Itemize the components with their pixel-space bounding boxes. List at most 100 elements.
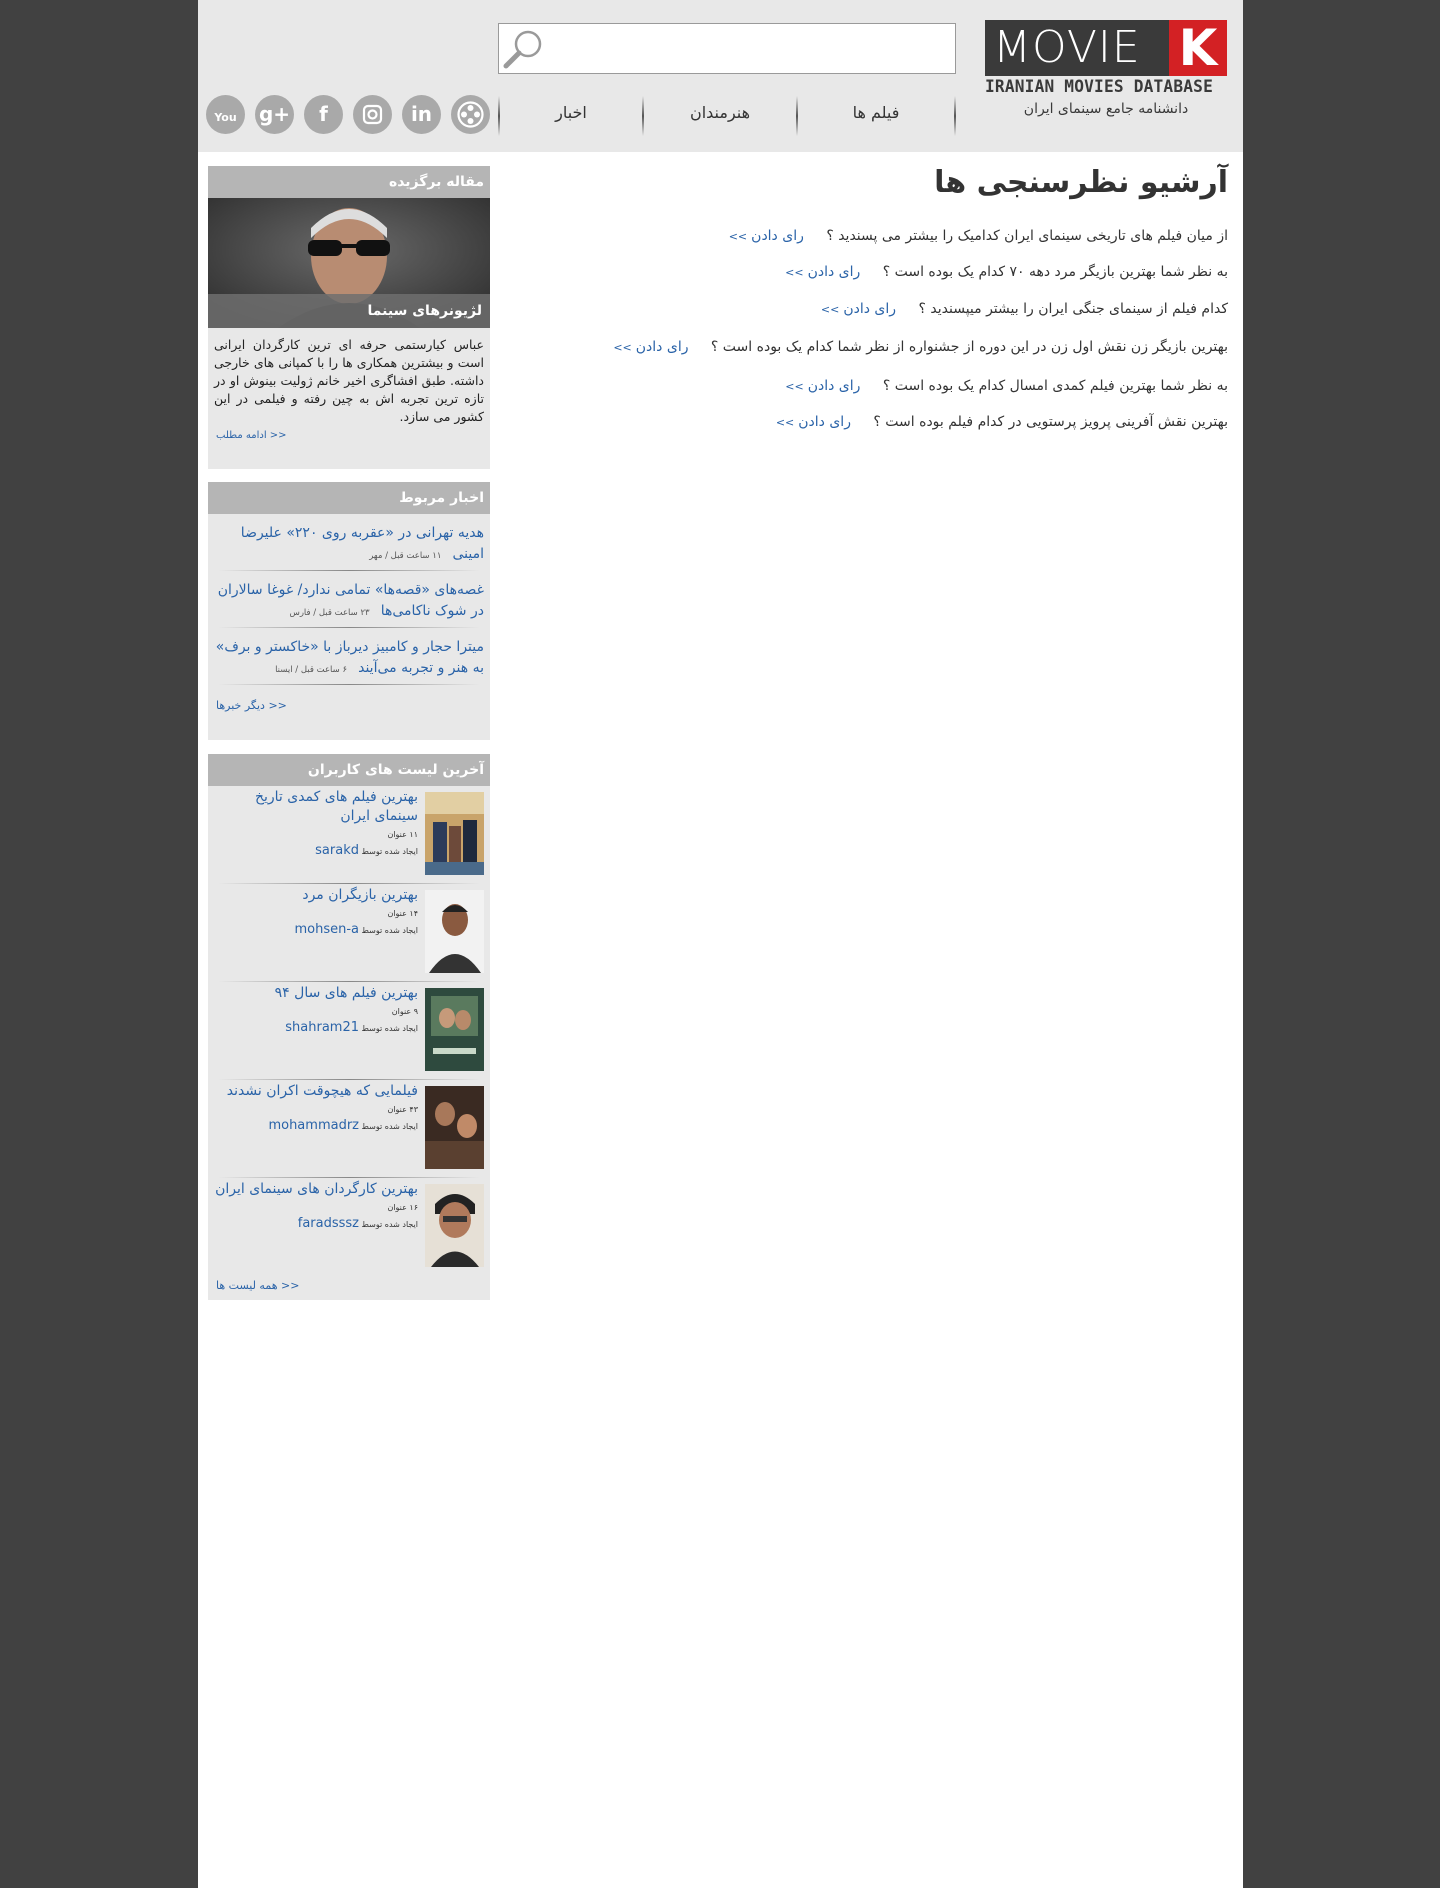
- poll-question: به نظر شما بهترین بازیگر مرد دهه ۷۰ کدام…: [882, 264, 1228, 280]
- list-title[interactable]: بهترین کارگردان های سینمای ایران: [214, 1180, 418, 1199]
- social-links: You g+ f in: [206, 95, 490, 135]
- list-thumbnail[interactable]: [425, 1184, 484, 1267]
- list-body: بهترین فیلم های کمدی تاریخ سینمای ایران …: [214, 788, 418, 858]
- read-more-link[interactable]: ادامه مطلب >>: [208, 430, 490, 441]
- news-item: غصه‌های «قصه‌ها» تمامی ندارد/ غوغا سالار…: [208, 571, 490, 621]
- list-creator: ایجاد شده توسط shahram21: [214, 1020, 418, 1035]
- list-thumbnail[interactable]: [425, 792, 484, 875]
- logo-banner: MOVIE K: [985, 20, 1227, 76]
- vote-arrows: >>: [785, 380, 804, 393]
- all-lists-link[interactable]: همه لیست ها >>: [208, 1279, 490, 1292]
- news-title[interactable]: میترا حجار و کامبیز دیرباز با «خاکستر و …: [216, 639, 484, 676]
- list-thumbnail[interactable]: [425, 1086, 484, 1169]
- vote-arrows: >>: [775, 416, 795, 429]
- created-by-label: ایجاد شده توسط: [361, 926, 418, 935]
- list-body: فیلمایی که هیچوقت اکران نشدند ۴۳ عنوان ا…: [214, 1082, 418, 1133]
- vote-arrows: >>: [785, 266, 804, 279]
- news-meta: ۱۱ ساعت قبل / مهر: [369, 551, 442, 561]
- vote-label: رای دادن: [807, 264, 861, 280]
- vote-arrows: >>: [820, 303, 840, 316]
- news-title[interactable]: هدیه تهرانی در «عقربه روی ۲۲۰» علیرضا ام…: [241, 525, 484, 562]
- featured-article-image[interactable]: لژیونرهای سینما: [208, 198, 490, 328]
- vote-label: رای دادن: [798, 414, 851, 430]
- list-title[interactable]: بهترین فیلم های کمدی تاریخ سینمای ایران: [214, 788, 418, 826]
- google-plus-icon[interactable]: g+: [255, 95, 294, 134]
- poll-row: کدام فیلم از سینمای جنگی ایران را بیشتر …: [821, 301, 1228, 317]
- list-user-link[interactable]: mohsen-a: [294, 922, 359, 937]
- list-count: ۴۳ عنوان: [387, 1105, 418, 1114]
- list-title[interactable]: فیلمایی که هیچوقت اکران نشدند: [214, 1082, 418, 1101]
- poll-question: از میان فیلم های تاریخی سینمای ایران کدا…: [826, 228, 1228, 244]
- created-by-label: ایجاد شده توسط: [361, 1220, 418, 1229]
- poll-row: به نظر شما بهترین فیلم کمدی امسال کدام ی…: [785, 378, 1228, 394]
- list-item: بهترین فیلم های سال ۹۴ ۹ عنوان ایجاد شده…: [208, 982, 490, 1079]
- linkedin-icon[interactable]: in: [402, 95, 441, 134]
- list-count: ۱۶ عنوان: [387, 1203, 418, 1212]
- list-creator: ایجاد شده توسط faradsssz: [214, 1216, 418, 1231]
- header: MOVIE K IRANIAN MOVIES DATABASE دانشنامه…: [198, 0, 1243, 152]
- vote-link[interactable]: رای دادن>>: [785, 378, 860, 394]
- page-title: آرشیو نظرسنجی ها: [934, 165, 1228, 200]
- nav-separator: [954, 96, 956, 136]
- list-creator: ایجاد شده توسط mohammadrz: [214, 1118, 418, 1133]
- created-by-label: ایجاد شده توسط: [361, 847, 418, 856]
- vote-link[interactable]: رای دادن>>: [613, 339, 688, 355]
- film-reel-icon[interactable]: [451, 95, 490, 134]
- list-title[interactable]: بهترین بازیگران مرد: [214, 886, 418, 905]
- vote-label: رای دادن: [807, 378, 861, 394]
- created-by-label: ایجاد شده توسط: [361, 1024, 418, 1033]
- logo-persian-subtitle: دانشنامه جامع سینمای ایران: [1023, 101, 1189, 117]
- list-count: ۹ عنوان: [391, 1007, 418, 1016]
- list-thumbnail[interactable]: [425, 988, 484, 1071]
- poll-question: بهترین بازیگر زن نقش اول زن در این دوره …: [710, 339, 1228, 355]
- instagram-icon[interactable]: [353, 95, 392, 134]
- more-news-link[interactable]: دیگر خبرها >>: [208, 699, 490, 712]
- user-lists-heading: آخرین لیست های کاربران: [208, 754, 490, 786]
- nav-item-movies[interactable]: فیلم ها: [798, 96, 954, 136]
- vote-link[interactable]: رای دادن>>: [821, 301, 896, 317]
- vote-link[interactable]: رای دادن>>: [776, 414, 851, 430]
- list-item: فیلمایی که هیچوقت اکران نشدند ۴۳ عنوان ا…: [208, 1080, 490, 1177]
- created-by-label: ایجاد شده توسط: [361, 1122, 418, 1131]
- poll-row: بهترین نقش آفرینی پرویز پرستویی در کدام …: [776, 414, 1228, 430]
- facebook-icon[interactable]: f: [304, 95, 343, 134]
- news-meta: ۲۳ ساعت قبل / فارس: [289, 608, 370, 618]
- news-meta: ۶ ساعت قبل / ایسنا: [275, 665, 348, 675]
- poll-archive: آرشیو نظرسنجی ها از میان فیلم های تاریخی…: [498, 160, 1228, 430]
- list-item: بهترین کارگردان های سینمای ایران ۱۶ عنوا…: [208, 1178, 490, 1275]
- vote-link[interactable]: رای دادن>>: [785, 264, 860, 280]
- list-item: بهترین فیلم های کمدی تاریخ سینمای ایران …: [208, 786, 490, 883]
- poll-question: به نظر شما بهترین فیلم کمدی امسال کدام ی…: [882, 378, 1228, 394]
- list-user-link[interactable]: sarakd: [315, 843, 359, 858]
- featured-article-text: عباس کیارستمی حرفه ای ترین کارگردان ایرا…: [214, 337, 484, 424]
- list-user-link[interactable]: faradsssz: [298, 1216, 359, 1231]
- page: MOVIE K IRANIAN MOVIES DATABASE دانشنامه…: [198, 0, 1243, 1888]
- news-item: هدیه تهرانی در «عقربه روی ۲۲۰» علیرضا ام…: [208, 514, 490, 564]
- list-title[interactable]: بهترین فیلم های سال ۹۴: [214, 984, 418, 1003]
- site-logo[interactable]: MOVIE K IRANIAN MOVIES DATABASE دانشنامه…: [985, 20, 1227, 120]
- main-nav: اخبار هنرمندان فیلم ها: [498, 96, 956, 136]
- list-body: بهترین بازیگران مرد ۱۴ عنوان ایجاد شده ت…: [214, 886, 418, 937]
- list-user-link[interactable]: mohammadrz: [268, 1118, 359, 1133]
- list-user-link[interactable]: shahram21: [285, 1020, 359, 1035]
- vote-label: رای دادن: [843, 301, 897, 317]
- related-news-box: اخبار مربوط هدیه تهرانی در «عقربه روی ۲۲…: [208, 482, 490, 740]
- search-icon[interactable]: [500, 26, 546, 72]
- list-creator: ایجاد شده توسط sarakd: [214, 843, 418, 858]
- vote-arrows: >>: [728, 230, 748, 243]
- list-count: ۱۱ عنوان: [387, 830, 418, 839]
- youtube-icon[interactable]: You: [206, 95, 245, 134]
- poll-question: کدام فیلم از سینمای جنگی ایران را بیشتر …: [918, 301, 1229, 317]
- vote-link[interactable]: رای دادن>>: [729, 228, 804, 244]
- nav-item-news[interactable]: اخبار: [500, 96, 642, 136]
- search-input[interactable]: [549, 28, 949, 70]
- vote-label: رای دادن: [751, 228, 804, 244]
- featured-article-caption[interactable]: لژیونرهای سینما: [208, 294, 490, 328]
- nav-item-artists[interactable]: هنرمندان: [644, 96, 796, 136]
- list-item: بهترین بازیگران مرد ۱۴ عنوان ایجاد شده ت…: [208, 884, 490, 981]
- poll-row: به نظر شما بهترین بازیگر مرد دهه ۷۰ کدام…: [785, 264, 1228, 280]
- featured-article-box: مقاله برگزیده لژیونرهای سینما عباس کیارس…: [208, 166, 490, 469]
- list-thumbnail[interactable]: [425, 890, 484, 973]
- list-count: ۱۴ عنوان: [387, 909, 418, 918]
- vote-arrows: >>: [613, 341, 632, 354]
